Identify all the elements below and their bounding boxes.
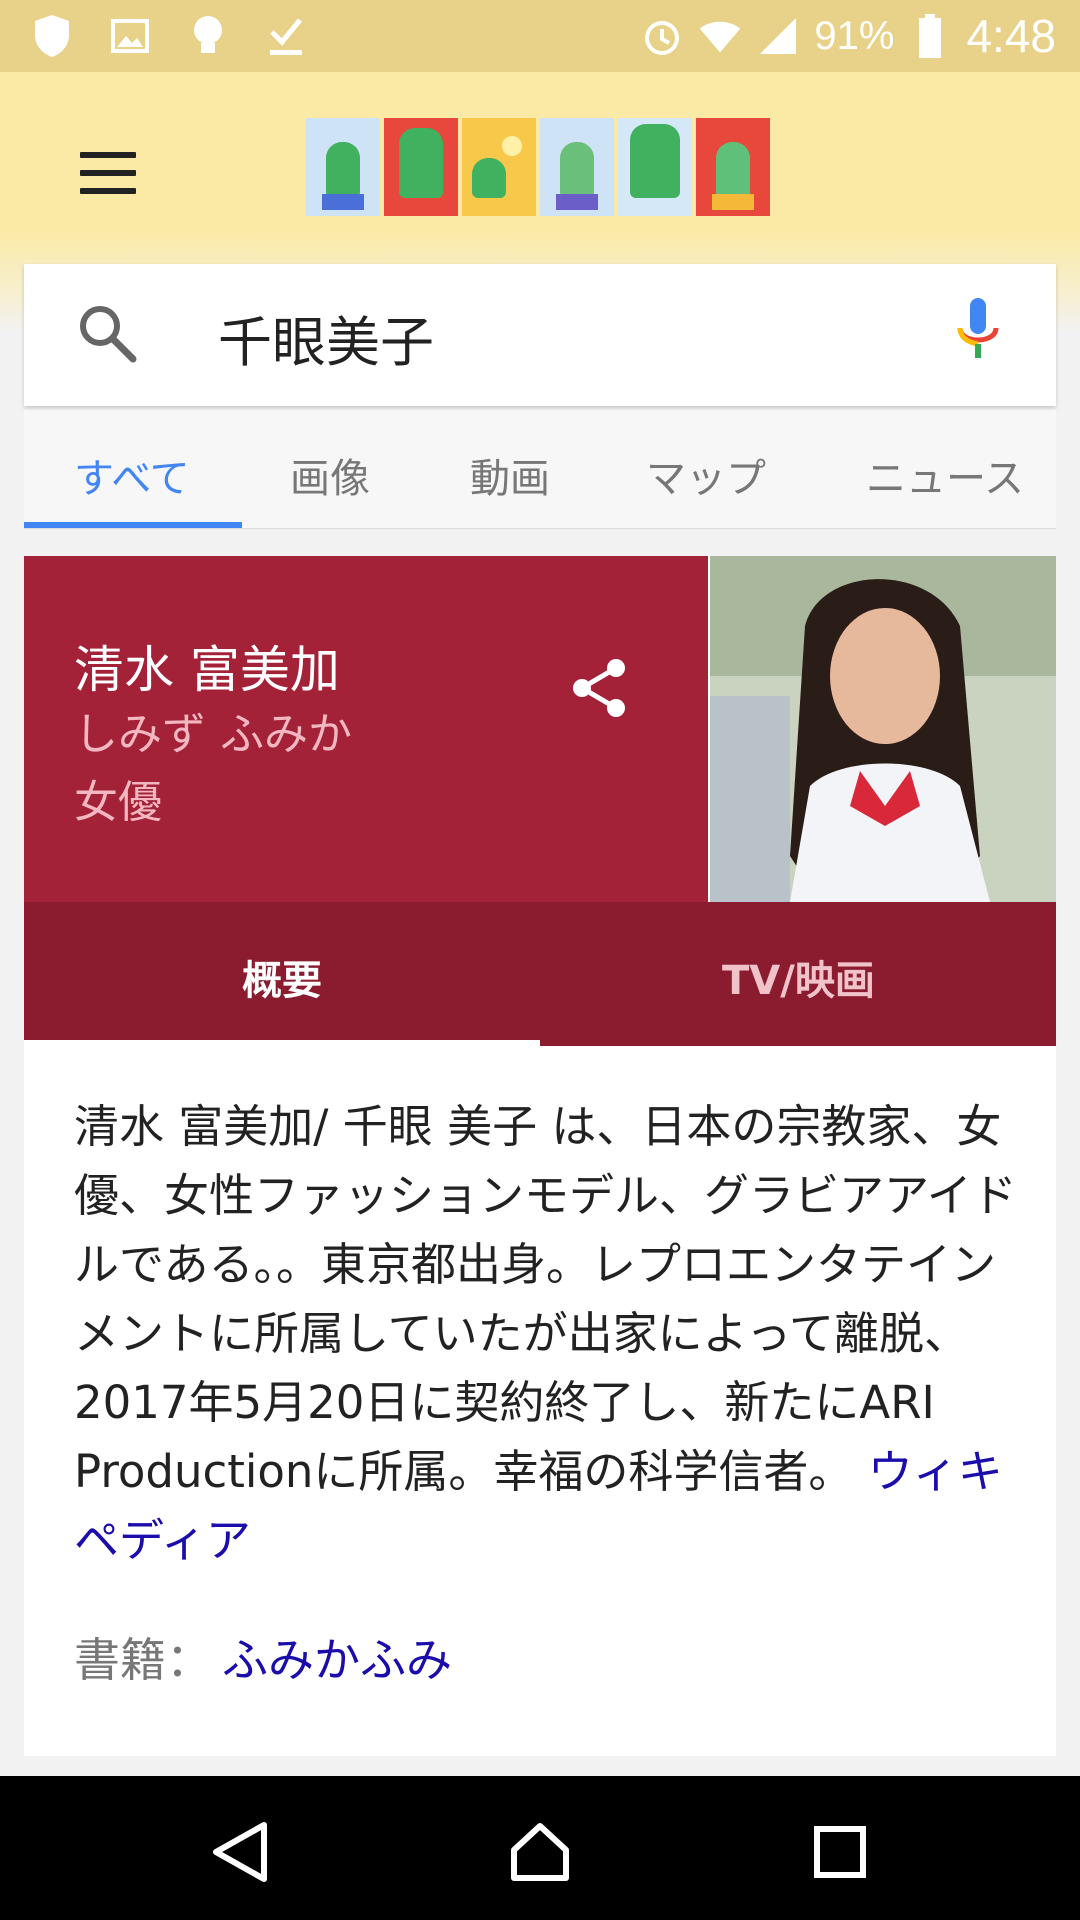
search-query[interactable]: 千眼美子 [218,298,434,377]
battery-percent: 91% [814,14,895,58]
entity-role: 女優 [74,777,162,828]
subtab-tv-movies[interactable]: TV/映画 [722,948,875,1006]
back-triangle-icon[interactable] [200,1812,280,1892]
clock: 4:48 [966,10,1056,62]
lightbulb-icon [186,12,230,60]
search-box[interactable]: 千眼美子 [24,264,1056,406]
tab-news[interactable]: ニュース [866,446,1024,504]
battery-icon [908,12,952,60]
tab-maps[interactable]: マップ [646,446,766,504]
status-bar: 91% 4:48 [0,0,1080,72]
active-tab-indicator [24,522,242,528]
google-doodle[interactable] [306,118,770,216]
book-row: 書籍： ふみかふみ [74,1624,452,1690]
knowledge-panel: 清水 富美加 しみず ふみか 女優 概要 TV/映画 清水 富美加/ 千眼 美子… [24,556,1056,1756]
wifi-icon [698,12,742,60]
mic-icon[interactable] [956,298,1000,372]
share-icon[interactable] [568,656,632,724]
entity-kana: しみず ふみか [74,709,352,760]
book-label: 書籍： [74,1633,212,1687]
navigation-bar [0,1776,1080,1920]
entity-description: 清水 富美加/ 千眼 美子 は、日本の宗教家、女優、女性ファッションモデル、グラ… [74,1092,1024,1575]
tab-images[interactable]: 画像 [290,446,370,504]
search-icon[interactable] [76,302,138,368]
active-subtab-indicator [24,1040,540,1046]
book-link[interactable]: ふみかふみ [222,1633,452,1687]
signal-icon [756,12,800,60]
search-tabs: すべて 画像 動画 マップ ニュース [24,410,1056,529]
subtab-overview[interactable]: 概要 [242,948,322,1006]
alarm-icon [640,12,684,60]
shield-icon [30,12,74,60]
knowledge-panel-header: 清水 富美加 しみず ふみか 女優 [24,556,708,902]
gallery-icon [108,12,152,60]
tab-all[interactable]: すべて [74,446,190,504]
entity-name: 清水 富美加 [74,641,340,699]
tab-videos[interactable]: 動画 [470,446,550,504]
download-done-icon [264,12,308,60]
hamburger-menu-icon[interactable] [80,152,136,196]
knowledge-subtabs: 概要 TV/映画 [24,902,1056,1046]
description-text: 清水 富美加/ 千眼 美子 は、日本の宗教家、女優、女性ファッションモデル、グラ… [74,1100,1017,1498]
entity-photo[interactable] [710,556,1056,902]
home-icon[interactable] [500,1812,580,1892]
recents-square-icon[interactable] [800,1812,880,1892]
